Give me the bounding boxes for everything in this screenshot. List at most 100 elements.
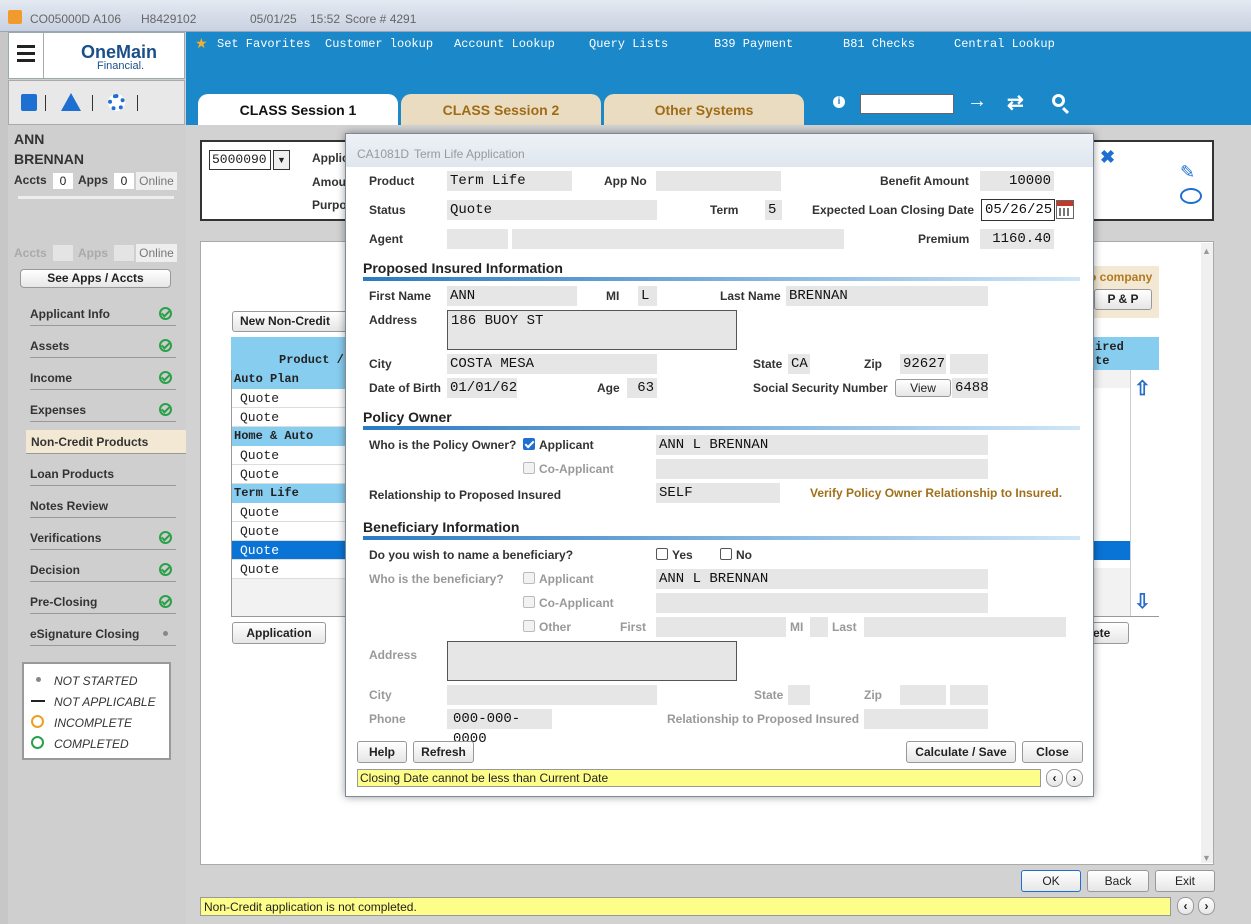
ssn-view-button[interactable]: View: [895, 379, 951, 397]
swap-icon[interactable]: ⇄: [1007, 90, 1024, 115]
table-scrollbar[interactable]: [1130, 370, 1159, 616]
tab-class-session-1[interactable]: CLASS Session 1: [198, 94, 398, 125]
benef-other-checkbox[interactable]: [523, 620, 535, 632]
pp-button[interactable]: P & P: [1094, 289, 1152, 310]
benef-co-name-field: [656, 593, 988, 613]
help-button[interactable]: Help: [357, 741, 407, 763]
calendar-icon[interactable]: [1056, 200, 1074, 219]
sidebar-step[interactable]: Decision: [30, 558, 176, 582]
set-favorites-link[interactable]: Set Favorites: [217, 37, 311, 51]
benef-zip-label: Zip: [864, 688, 882, 702]
search-icon[interactable]: [1052, 94, 1065, 107]
beneficiary-yes-label: Yes: [672, 548, 693, 562]
gear-icon[interactable]: [108, 94, 125, 111]
back-button[interactable]: Back: [1087, 870, 1149, 892]
scroll-down-icon[interactable]: ▼: [1202, 853, 1211, 863]
benefit-field[interactable]: 10000: [980, 171, 1054, 191]
b39-payment-link[interactable]: B39 Payment: [714, 37, 793, 51]
arrow-right-icon[interactable]: →: [967, 90, 987, 113]
mi-label: MI: [606, 289, 620, 303]
refresh-button[interactable]: Refresh: [413, 741, 474, 763]
central-lookup-link[interactable]: Central Lookup: [954, 37, 1055, 51]
footer-prev-icon[interactable]: ‹: [1177, 897, 1194, 915]
accts-count: 0: [53, 173, 73, 189]
quick-search-input[interactable]: [860, 94, 954, 114]
completed-check-icon: [159, 595, 172, 608]
sidebar-step[interactable]: Pre-Closing: [30, 590, 176, 614]
completed-check-icon: [159, 371, 172, 384]
account-lookup-link[interactable]: Account Lookup: [454, 37, 555, 51]
term-field[interactable]: 5: [765, 200, 782, 220]
new-quote-button[interactable]: New Non-Credit Quo: [232, 311, 350, 332]
closing-date-field[interactable]: 05/26/25: [981, 199, 1055, 221]
ok-button[interactable]: OK: [1021, 870, 1081, 892]
alert-icon[interactable]: [61, 93, 81, 111]
product-row[interactable]: Quote: [232, 465, 346, 484]
customer-lookup-link[interactable]: Customer lookup: [325, 37, 433, 51]
benef-coapplicant-checkbox[interactable]: [523, 596, 535, 608]
dialog-prev-icon[interactable]: ‹: [1046, 769, 1063, 787]
arrow-down-icon[interactable]: ⇩: [1134, 589, 1151, 614]
beneficiary-yes-checkbox[interactable]: [656, 548, 668, 560]
sidebar-step[interactable]: Loan Products: [30, 462, 176, 486]
applic-label: Applic: [312, 151, 349, 165]
product-row[interactable]: Quote: [232, 408, 346, 427]
product-row[interactable]: Quote: [232, 446, 346, 465]
sidebar-step[interactable]: Verifications: [30, 526, 176, 550]
tab-other-systems[interactable]: Other Systems: [604, 94, 804, 125]
product-label: Product: [369, 174, 415, 188]
ssn-field: 6488: [952, 378, 989, 398]
dialog-next-icon[interactable]: ›: [1066, 769, 1083, 787]
tab-class-session-2[interactable]: CLASS Session 2: [401, 94, 601, 125]
arrow-up-icon[interactable]: ⇧: [1134, 376, 1151, 401]
sidebar-step[interactable]: Non-Credit Products: [26, 430, 186, 454]
relationship-field[interactable]: SELF: [656, 483, 780, 503]
product-row[interactable]: Quote: [232, 503, 346, 522]
apps-label: Apps: [78, 173, 108, 187]
exit-button[interactable]: Exit: [1155, 870, 1215, 892]
application-button[interactable]: Application: [232, 622, 326, 644]
product-column-header: Product /: [279, 353, 344, 367]
edit-notes-icon[interactable]: ✎: [1180, 162, 1195, 183]
premium-label: Premium: [918, 232, 970, 246]
sidebar-step[interactable]: Applicant Info: [30, 302, 176, 326]
chat-icon[interactable]: [1180, 188, 1202, 204]
footer-next-icon[interactable]: ›: [1198, 897, 1215, 915]
main-scrollbar[interactable]: [1201, 243, 1213, 863]
calculate-save-button[interactable]: Calculate / Save: [906, 741, 1016, 763]
address-field: 186 BUOY ST: [447, 310, 737, 350]
sidebar-step[interactable]: Income: [30, 366, 176, 390]
product-row[interactable]: Quote: [232, 522, 346, 541]
product-group-header: Auto Plan: [232, 370, 346, 389]
hamburger-menu-icon[interactable]: [17, 45, 35, 65]
chevron-down-icon[interactable]: ▼: [273, 150, 290, 170]
owner-applicant-checkbox[interactable]: [523, 438, 535, 450]
benef-last-field: [864, 617, 1066, 637]
product-row[interactable]: Quote: [232, 389, 346, 408]
benef-applicant-checkbox[interactable]: [523, 572, 535, 584]
sidebar-step-label: Income: [30, 371, 73, 385]
tools-icon[interactable]: ✖: [1100, 147, 1115, 168]
info-icon[interactable]: i: [833, 96, 845, 108]
sidebar-step[interactable]: Expenses: [30, 398, 176, 422]
sidebar-step[interactable]: eSignature Closing: [30, 622, 176, 646]
scroll-up-icon[interactable]: ▲: [1202, 246, 1211, 256]
query-lists-link[interactable]: Query Lists: [589, 37, 668, 51]
sidebar-step[interactable]: Assets: [30, 334, 176, 358]
owner-question: Who is the Policy Owner?: [369, 438, 517, 452]
last-name-label: Last Name: [720, 289, 781, 303]
see-apps-button[interactable]: See Apps / Accts: [20, 269, 171, 288]
legend-not-started: NOT STARTED: [54, 674, 138, 688]
sidebar-step[interactable]: Notes Review: [30, 494, 176, 518]
close-button[interactable]: Close: [1022, 741, 1083, 763]
product-row[interactable]: Quote: [232, 541, 346, 560]
b81-checks-link[interactable]: B81 Checks: [843, 37, 915, 51]
legend-incomplete: INCOMPLETE: [54, 716, 133, 730]
owner-coapplicant-checkbox[interactable]: [523, 462, 535, 474]
company-text: o company: [1089, 270, 1153, 284]
app-select[interactable]: 5000090: [209, 150, 271, 170]
beneficiary-no-checkbox[interactable]: [720, 548, 732, 560]
product-row[interactable]: Quote: [232, 560, 346, 579]
cabinet-icon[interactable]: [21, 94, 37, 111]
title-date: 05/01/25: [250, 12, 297, 26]
